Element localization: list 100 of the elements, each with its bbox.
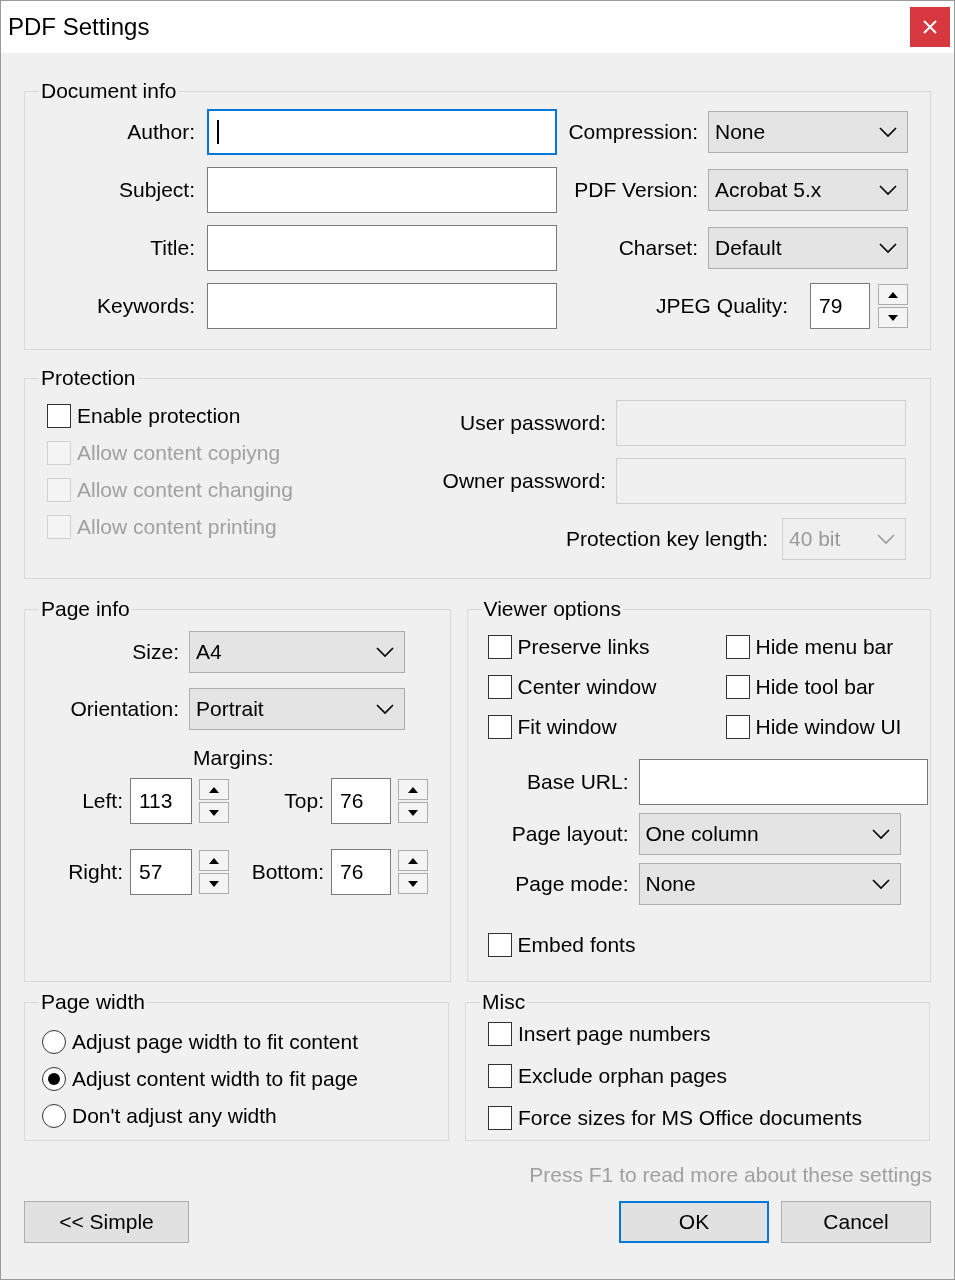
chevron-down-icon <box>871 828 890 840</box>
spin-up-button[interactable] <box>199 779 229 800</box>
chevron-down-icon <box>879 242 897 254</box>
down-triangle-icon <box>408 809 418 816</box>
field-label: Page layout: <box>510 822 629 846</box>
spin-up-button[interactable] <box>878 284 908 305</box>
chevron-down-icon <box>376 646 394 658</box>
up-triangle-icon <box>209 786 219 793</box>
group-title: Protection <box>41 366 136 389</box>
close-icon <box>923 20 937 34</box>
checkbox-square[interactable] <box>487 933 512 957</box>
radio-circle[interactable] <box>42 1104 66 1128</box>
field-label: Subject: <box>118 178 195 202</box>
field-label: Page mode: <box>514 872 629 896</box>
chevron-down-icon <box>877 533 895 545</box>
field-label: Compression: <box>568 120 698 144</box>
checkbox[interactable]: Hide tool bar <box>725 673 916 701</box>
number-field[interactable]: 79 <box>810 283 870 329</box>
number-field[interactable]: 113 <box>130 778 192 824</box>
dropdown[interactable]: One column <box>638 813 901 855</box>
text-cursor <box>217 120 219 144</box>
field-label: User password: <box>459 411 606 435</box>
field-label: Charset: <box>617 236 698 260</box>
radio-circle[interactable] <box>42 1067 66 1091</box>
field-label: Left: <box>81 789 123 813</box>
field-label: Top: <box>283 789 324 813</box>
dropdown[interactable]: Portrait <box>189 688 405 730</box>
group-title: Document info <box>41 79 177 102</box>
field-label: Owner password: <box>442 469 606 493</box>
down-triangle-icon <box>408 880 418 887</box>
spin-up-button[interactable] <box>398 779 428 800</box>
number-field[interactable]: 57 <box>130 849 192 895</box>
radio-button[interactable]: Adjust content width to fit page <box>42 1065 434 1093</box>
checkbox-square[interactable] <box>725 675 750 699</box>
checkbox-square[interactable] <box>488 1022 512 1046</box>
checkbox-square[interactable] <box>487 715 512 739</box>
chevron-down-icon <box>879 184 897 196</box>
dropdown[interactable]: A4 <box>189 631 405 673</box>
radio-button[interactable]: Don't adjust any width <box>42 1102 434 1130</box>
checkbox[interactable]: Force sizes for MS Office documents <box>488 1104 915 1132</box>
input-field[interactable] <box>638 759 928 805</box>
field-label: Bottom: <box>250 860 324 884</box>
down-triangle-icon <box>888 314 898 321</box>
spin-down-button[interactable] <box>199 802 229 823</box>
group-title: Misc <box>482 990 526 1013</box>
checkbox-square[interactable] <box>488 1106 512 1130</box>
input-field[interactable] <box>207 225 557 271</box>
checkbox-square[interactable] <box>487 635 512 659</box>
section-label: Margins: <box>193 746 274 769</box>
checkbox[interactable]: Insert page numbers <box>488 1020 915 1048</box>
spin-down-button[interactable] <box>398 873 428 894</box>
field-label: Right: <box>67 860 123 884</box>
spin-up-button[interactable] <box>398 850 428 871</box>
checkbox[interactable]: Exclude orphan pages <box>488 1062 915 1090</box>
checkbox[interactable]: Preserve links <box>487 633 726 661</box>
number-field[interactable]: 76 <box>331 849 391 895</box>
checkbox[interactable]: Hide window UI <box>725 713 916 741</box>
dropdown[interactable]: None <box>708 111 908 153</box>
dialog-button[interactable]: Cancel <box>781 1201 931 1243</box>
input-field[interactable] <box>207 167 557 213</box>
checkbox[interactable]: Enable protection <box>47 402 293 430</box>
up-triangle-icon <box>408 857 418 864</box>
field-label: Size: <box>131 640 179 664</box>
input-field[interactable] <box>207 283 557 329</box>
dropdown[interactable]: Acrobat 5.x <box>708 169 908 211</box>
up-triangle-icon <box>408 786 418 793</box>
up-triangle-icon <box>209 857 219 864</box>
close-button[interactable] <box>910 7 950 47</box>
spin-down-button[interactable] <box>398 802 428 823</box>
spin-up-button[interactable] <box>199 850 229 871</box>
dropdown[interactable]: Default <box>708 227 908 269</box>
field-label: Base URL: <box>525 770 629 794</box>
dropdown[interactable]: None <box>638 863 901 905</box>
field-label: Keywords: <box>95 294 195 318</box>
radio-button[interactable]: Adjust page width to fit content <box>42 1028 434 1056</box>
checkbox-square[interactable] <box>725 635 750 659</box>
dialog-button[interactable]: << Simple <box>24 1201 189 1243</box>
checkbox[interactable]: Fit window <box>487 713 726 741</box>
down-triangle-icon <box>209 880 219 887</box>
group-title: Page info <box>41 597 130 620</box>
checkbox-square[interactable] <box>488 1064 512 1088</box>
checkbox-square[interactable] <box>725 715 750 739</box>
spin-down-button[interactable] <box>878 307 908 328</box>
field-label: Orientation: <box>69 697 179 721</box>
checkbox-square[interactable] <box>487 675 512 699</box>
checkbox[interactable]: Hide menu bar <box>725 633 916 661</box>
checkbox[interactable]: Embed fonts <box>487 931 916 959</box>
group-title: Page width <box>41 990 145 1013</box>
dialog-button[interactable]: OK <box>619 1201 769 1243</box>
radio-circle[interactable] <box>42 1030 66 1054</box>
field-label: JPEG Quality: <box>656 294 788 318</box>
spin-down-button[interactable] <box>199 873 229 894</box>
field-label: Author: <box>126 120 195 144</box>
number-field[interactable]: 76 <box>331 778 391 824</box>
hint-text: Press F1 to read more about these settings <box>529 1163 932 1186</box>
field-label: Protection key length: <box>566 527 768 551</box>
checkbox[interactable]: Center window <box>487 673 726 701</box>
field-label: PDF Version: <box>573 178 698 202</box>
checkbox-square[interactable] <box>47 404 71 428</box>
input-field[interactable] <box>207 109 557 155</box>
